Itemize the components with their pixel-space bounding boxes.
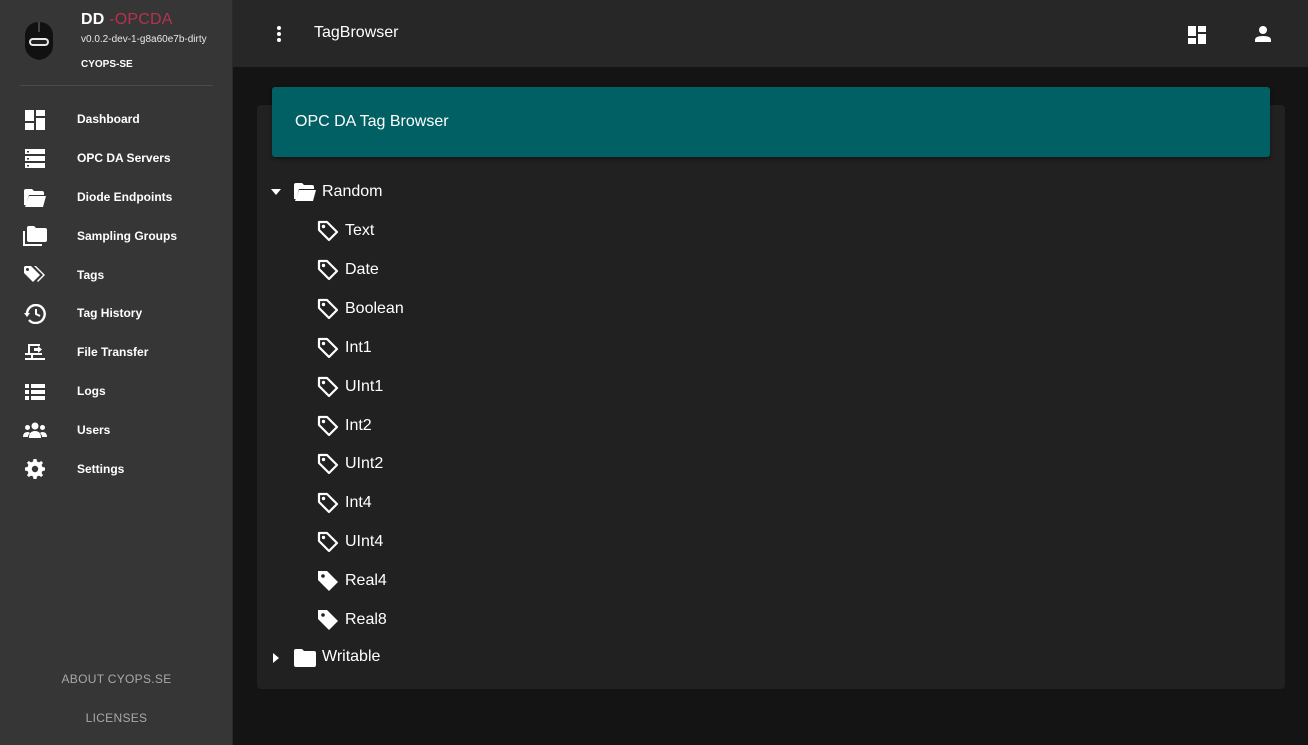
page-title: TagBrowser (314, 24, 399, 41)
caret-down-icon (271, 189, 281, 195)
tree-tag-item[interactable]: Date (317, 251, 437, 289)
tags-icon (23, 264, 47, 286)
card-header: OPC DA Tag Browser (272, 87, 1270, 157)
sidebar-item-label: Settings (77, 461, 125, 476)
tree-tag-label: UInt2 (345, 455, 384, 472)
tag-outline-icon (317, 453, 339, 475)
sidebar-item-label: Tag History (77, 306, 143, 321)
tree-folder-label: Writable (322, 648, 381, 665)
tree-tag-item[interactable]: UInt2 (317, 445, 437, 483)
sidebar-item-label: Tags (77, 267, 105, 282)
tag-outline-icon (317, 298, 339, 320)
top-bar: TagBrowser (233, 0, 1308, 67)
dashboard-icon (1188, 26, 1206, 44)
card-title: OPC DA Tag Browser (295, 113, 449, 130)
tree-tag-item[interactable]: UInt4 (317, 523, 437, 561)
more-menu-button[interactable] (269, 22, 289, 46)
sidebar-item-label: Sampling Groups (77, 228, 178, 243)
tree-folder-writable[interactable]: Writable (268, 638, 408, 676)
tree-tag-label: Text (345, 222, 375, 239)
tree-tag-label: Int4 (345, 494, 372, 511)
tree-tag-label: Int2 (345, 417, 372, 434)
app-version: v0.0.2-dev-1-g8a60e7b-dirty (81, 34, 207, 45)
sidebar-item-tag-history[interactable]: Tag History (0, 294, 233, 333)
account-button[interactable] (1251, 22, 1275, 46)
tree-folder-random[interactable]: Random (268, 173, 408, 211)
more-vertical-icon (277, 26, 281, 42)
tag-filled-icon (318, 610, 338, 630)
users-icon (23, 419, 47, 441)
about-link[interactable]: ABOUT CYOPS.SE (0, 672, 233, 686)
tree-tag-item[interactable]: Int2 (317, 407, 437, 445)
tree-tag-item[interactable]: Real8 (317, 601, 437, 639)
server-icon (23, 148, 47, 170)
tree-tag-item[interactable]: Int4 (317, 484, 437, 522)
divider (20, 85, 213, 86)
sidebar-item-label: Dashboard (77, 112, 140, 127)
tree-tag-item[interactable]: Boolean (317, 290, 437, 328)
sidebar-item-tags[interactable]: Tags (0, 255, 233, 294)
file-transfer-icon (23, 342, 47, 364)
tree-tag-item[interactable]: UInt1 (317, 368, 437, 406)
sidebar-item-logs[interactable]: Logs (0, 372, 233, 411)
tag-outline-icon (317, 415, 339, 437)
sidebar-item-users[interactable]: Users (0, 410, 233, 449)
sidebar: DD -OPCDA v0.0.2-dev-1-g8a60e7b-dirty CY… (0, 0, 233, 745)
sidebar-item-diode-endpoints[interactable]: Diode Endpoints (0, 178, 233, 217)
folder-open-icon (294, 183, 316, 201)
tree-tag-label: Real4 (345, 572, 387, 589)
list-icon (23, 381, 47, 403)
history-icon (23, 303, 47, 325)
tree-tag-label: UInt4 (345, 533, 384, 550)
tree-tag-label: Real8 (345, 611, 387, 628)
tag-filled-icon (318, 571, 338, 591)
tree-folder-label: Random (322, 183, 383, 200)
org-name: CYOPS-SE (81, 59, 133, 70)
licenses-link[interactable]: LICENSES (0, 711, 233, 725)
tag-outline-icon (317, 492, 339, 514)
sidebar-item-file-transfer[interactable]: File Transfer (0, 333, 233, 372)
dashboard-icon (23, 109, 47, 131)
sidebar-item-label: Users (77, 422, 111, 437)
tree-tag-item[interactable]: Int1 (317, 329, 437, 367)
tag-outline-icon (317, 376, 339, 398)
tree-tag-label: UInt1 (345, 378, 384, 395)
folders-icon (23, 225, 47, 247)
app-title: DD -OPCDA (81, 11, 173, 28)
tree-tag-item[interactable]: Real4 (317, 562, 437, 600)
sidebar-item-label: Logs (77, 383, 106, 398)
folder-open-icon (23, 187, 47, 209)
sidebar-item-label: File Transfer (77, 345, 149, 360)
tree-tag-label: Boolean (345, 300, 404, 317)
tree-tag-label: Int1 (345, 339, 372, 356)
sidebar-item-opc-da-servers[interactable]: OPC DA Servers (0, 139, 233, 178)
dashboard-button[interactable] (1185, 23, 1209, 47)
tag-outline-icon (317, 220, 339, 242)
brand: DD -OPCDA v0.0.2-dev-1-g8a60e7b-dirty CY… (0, 0, 233, 86)
sidebar-item-dashboard[interactable]: Dashboard (0, 100, 233, 139)
user-icon (1255, 26, 1271, 42)
gear-icon (23, 458, 47, 480)
sidebar-item-label: OPC DA Servers (77, 151, 171, 166)
tag-outline-icon (317, 259, 339, 281)
caret-right-icon (273, 653, 279, 663)
tree-tag-label: Date (345, 261, 379, 278)
sidebar-nav: Dashboard OPC DA Servers Diode Endpoints… (0, 100, 233, 488)
sidebar-item-sampling-groups[interactable]: Sampling Groups (0, 216, 233, 255)
tag-outline-icon (317, 337, 339, 359)
sidebar-item-label: Diode Endpoints (77, 189, 173, 204)
folder-icon (294, 649, 316, 667)
tree-tag-item[interactable]: Text (317, 212, 437, 250)
tag-outline-icon (317, 531, 339, 553)
sidebar-item-settings[interactable]: Settings (0, 449, 233, 488)
logo-icon (25, 22, 53, 60)
